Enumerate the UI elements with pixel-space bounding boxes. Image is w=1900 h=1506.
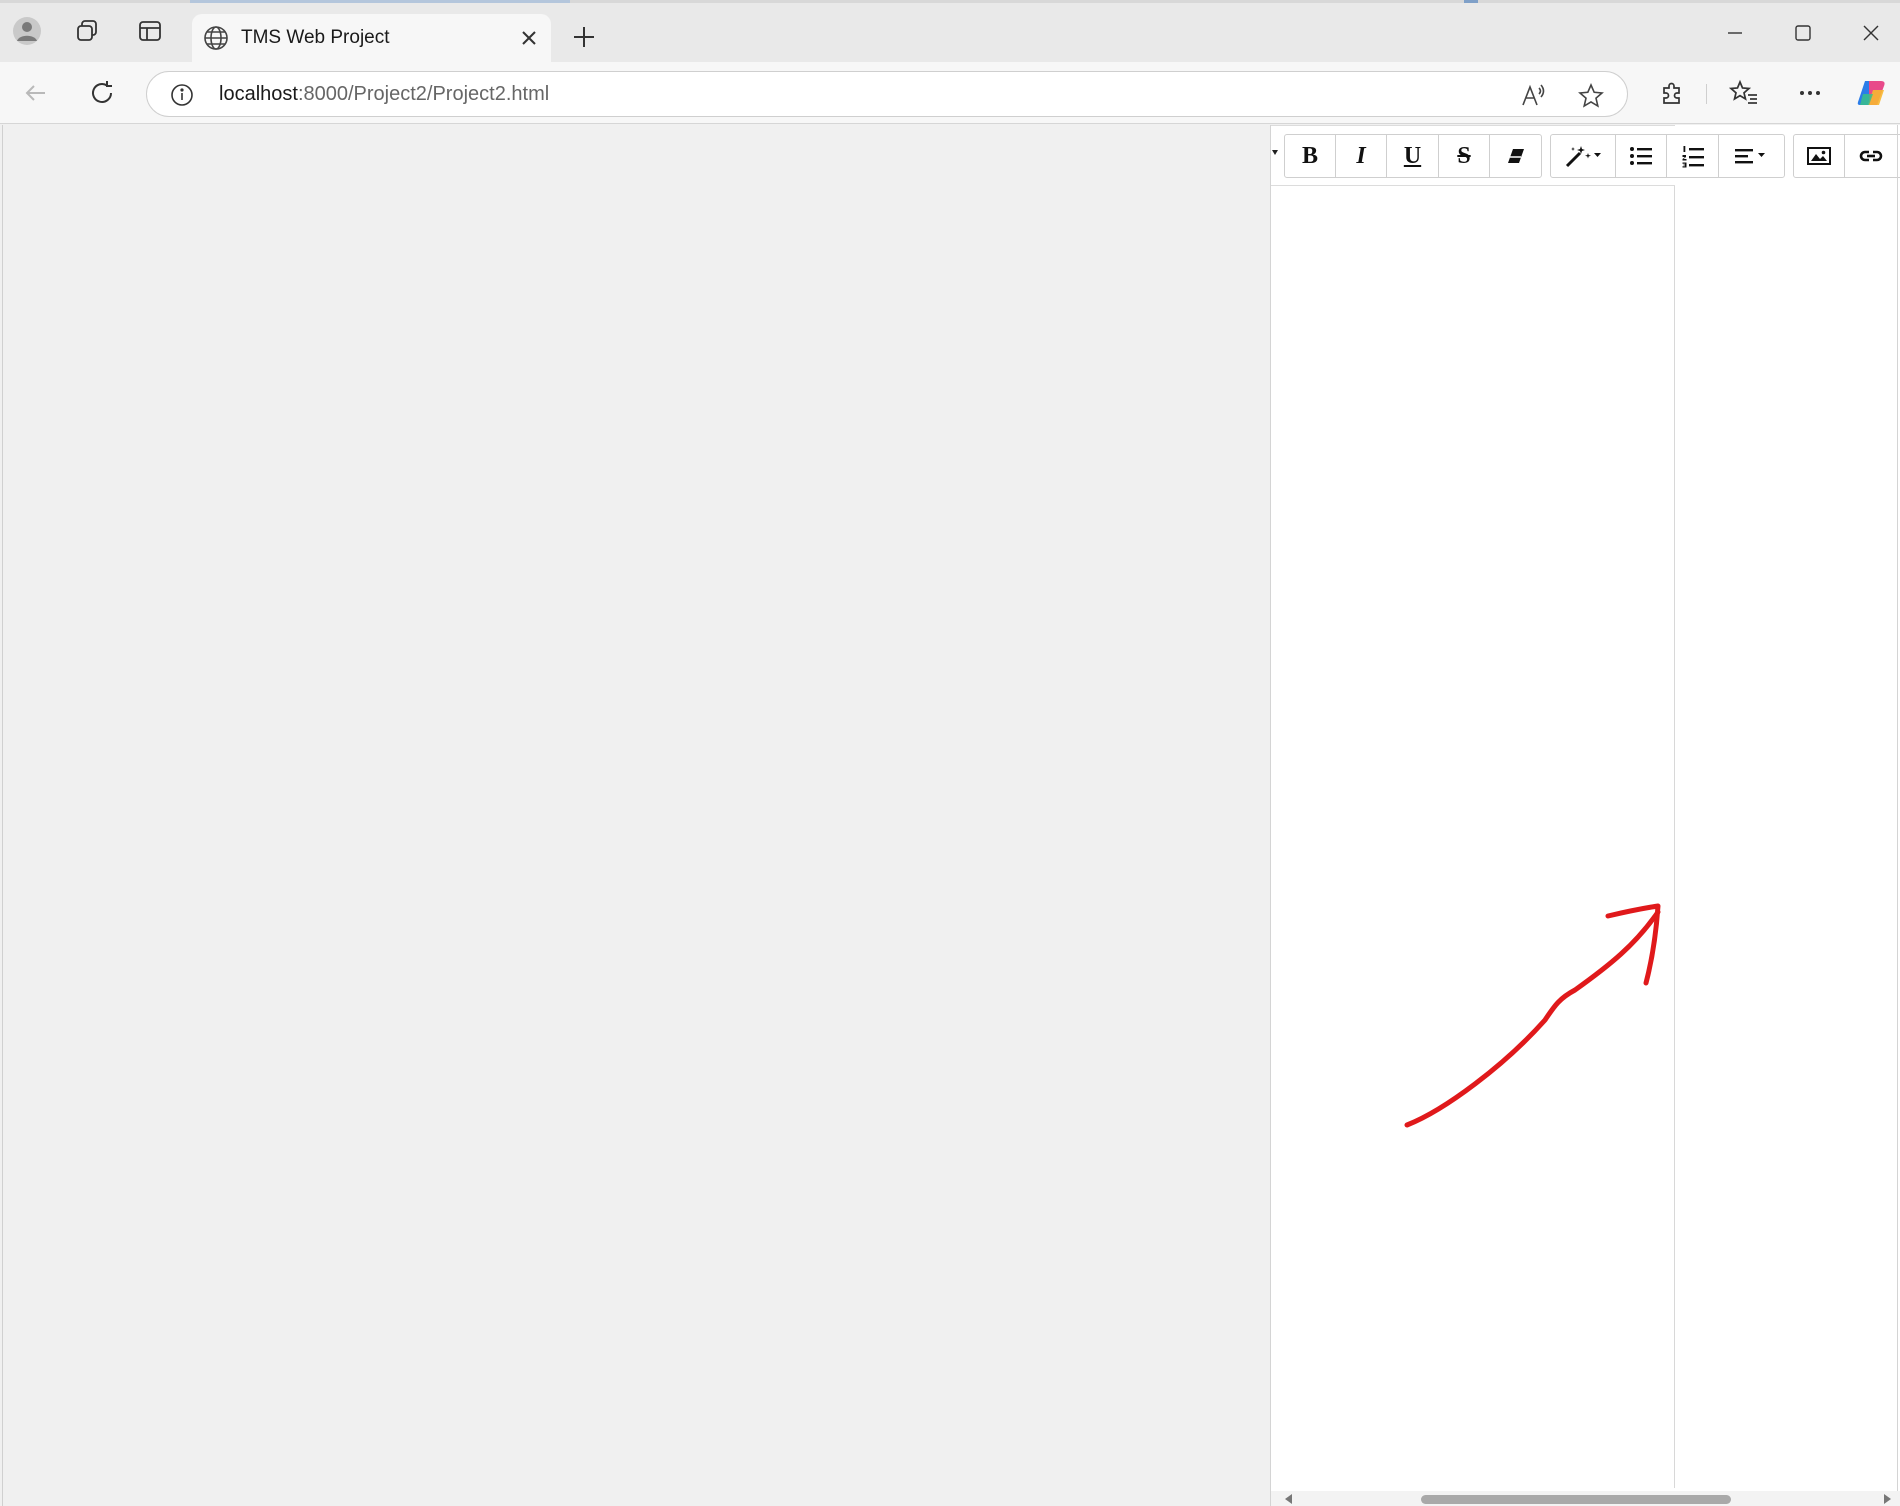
more-button[interactable]: [1792, 75, 1828, 111]
navigation-bar: localhost:8000/Project2/Project2.html: [0, 62, 1900, 124]
extensions-button[interactable]: [1654, 75, 1690, 111]
editor-content-area[interactable]: [1271, 186, 1675, 1488]
scroll-right-icon[interactable]: [1881, 1493, 1893, 1505]
url-path: :8000/Project2/Project2.html: [297, 83, 550, 105]
window-close-icon[interactable]: [1856, 18, 1886, 48]
vertical-tabs-button[interactable]: [135, 16, 165, 46]
content-left-border: [2, 125, 3, 1506]
bold-label: B: [1301, 142, 1318, 169]
align-icon: [1734, 149, 1765, 164]
eraser-icon: [1507, 149, 1524, 163]
tab-title: TMS Web Project: [241, 27, 390, 48]
scroll-left-icon[interactable]: [1283, 1493, 1295, 1505]
title-bar: TMS Web Project: [0, 0, 1900, 62]
scrollbar-thumb[interactable]: [1421, 1495, 1731, 1504]
horizontal-scrollbar[interactable]: [1271, 1491, 1900, 1506]
bold-button[interactable]: B: [1285, 135, 1336, 177]
numbered-list-button[interactable]: [1667, 135, 1719, 177]
favorites-button[interactable]: [1726, 75, 1762, 111]
browser-window: TMS Web Project localhost:8000/Project2/…: [0, 0, 1900, 1506]
strikethrough-label: S: [1457, 142, 1471, 169]
refresh-button[interactable]: [84, 75, 120, 111]
favorites-icon: [1729, 79, 1757, 104]
strikethrough-button[interactable]: S: [1439, 135, 1490, 177]
italic-label: I: [1356, 142, 1366, 169]
image-icon: [1807, 147, 1831, 165]
plus-icon[interactable]: [569, 22, 599, 52]
url-host: localhost: [219, 83, 298, 105]
paragraph-group: [1550, 134, 1785, 178]
refresh-icon: [92, 81, 112, 103]
more-icon: [1800, 91, 1820, 95]
editor-toolbar-top-border: [1271, 125, 1675, 126]
favorite-button[interactable]: [1577, 82, 1605, 110]
link-icon: [1859, 150, 1882, 162]
insert-image-button[interactable]: [1794, 135, 1845, 177]
partial-dropdown-caret-icon: [1272, 150, 1278, 155]
workspaces-icon: [77, 20, 97, 41]
star-icon: [1578, 83, 1604, 108]
address-bar[interactable]: localhost:8000/Project2/Project2.html: [146, 71, 1628, 117]
text-style-group: B I U S: [1284, 134, 1542, 178]
clear-format-button[interactable]: [1490, 135, 1541, 177]
insert-group: [1793, 134, 1900, 178]
insert-link-button[interactable]: [1845, 135, 1896, 177]
extensions-icon: [1663, 82, 1680, 104]
profile-button[interactable]: [12, 16, 42, 46]
numbered-list-icon: [1682, 146, 1704, 168]
workspaces-button[interactable]: [72, 16, 102, 46]
align-dropdown-button[interactable]: [1719, 135, 1784, 177]
style-dropdown-button[interactable]: [1551, 135, 1616, 177]
vertical-tabs-icon: [139, 21, 161, 41]
toolbar-separator: [1706, 84, 1707, 104]
bullet-list-button[interactable]: [1616, 135, 1667, 177]
copilot-button[interactable]: [1854, 75, 1890, 111]
url-text[interactable]: localhost:8000/Project2/Project2.html: [219, 83, 549, 106]
maximize-icon[interactable]: [1788, 18, 1818, 48]
back-icon: [25, 85, 45, 101]
top-border-segment: [190, 0, 570, 3]
profile-icon: [13, 17, 41, 45]
info-icon[interactable]: [169, 82, 195, 108]
back-button[interactable]: [18, 75, 54, 111]
globe-icon: [204, 26, 228, 50]
top-border-marker: [1464, 0, 1478, 3]
underline-label: U: [1403, 142, 1422, 169]
underline-button[interactable]: U: [1387, 135, 1439, 177]
rich-text-editor: B I U S: [1270, 125, 1900, 1506]
tab-active[interactable]: TMS Web Project: [192, 14, 551, 62]
bullet-list-icon: [1630, 147, 1652, 165]
minimize-icon[interactable]: [1720, 18, 1750, 48]
read-aloud-button[interactable]: [1519, 82, 1547, 110]
magic-wand-icon: [1565, 146, 1601, 168]
italic-button[interactable]: I: [1336, 135, 1387, 177]
page-content: B I U S: [0, 125, 1900, 1506]
read-aloud-icon: [1522, 84, 1545, 106]
copilot-icon: [1857, 81, 1885, 105]
editor-right-border: [1897, 125, 1898, 1506]
close-icon[interactable]: [517, 26, 541, 50]
